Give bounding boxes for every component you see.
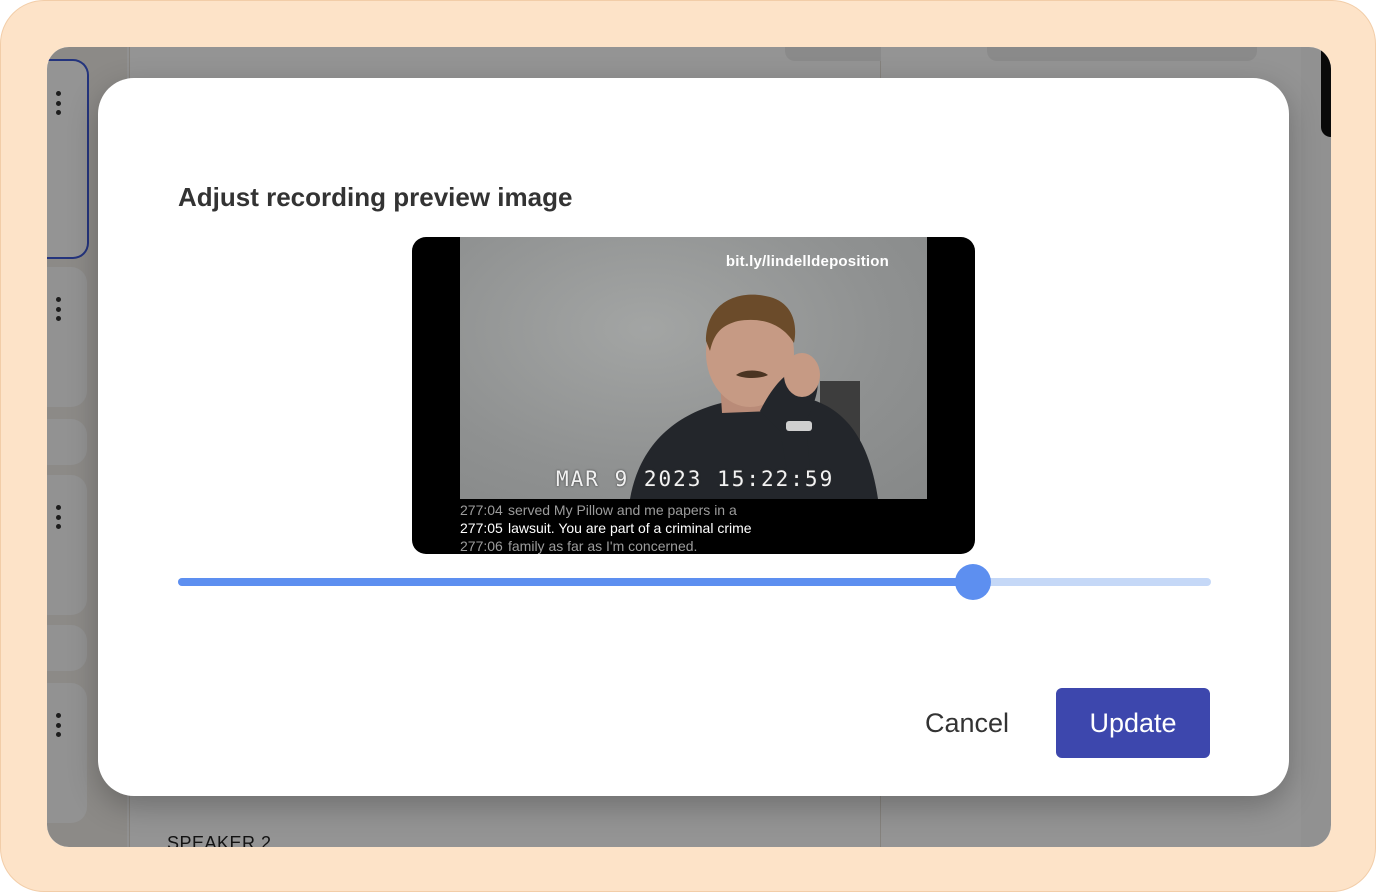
preview-image-dialog: Adjust recording preview image bit.ly/li… [98, 78, 1289, 796]
watermark-text: bit.ly/lindelldeposition [725, 253, 889, 270]
dialog-title: Adjust recording preview image [178, 182, 573, 212]
deposition-transcript: 277:04 served My Pillow and me papers in … [460, 499, 927, 554]
cancel-button[interactable]: Cancel [908, 688, 1026, 758]
person-image [630, 294, 878, 499]
video-frame: bit.ly/lindelldeposition MAR 9 2023 15:2… [460, 237, 927, 499]
recording-preview-frame: bit.ly/lindelldeposition MAR 9 2023 15:2… [412, 237, 975, 554]
transcript-line: 277:06 family as far as I'm concerned. [460, 538, 698, 554]
video-timestamp: MAR 9 2023 15:22:59 [556, 467, 835, 491]
preview-time-slider[interactable] [178, 564, 1211, 600]
transcript-line: 277:04 served My Pillow and me papers in … [460, 502, 737, 518]
slider-thumb[interactable] [955, 564, 992, 600]
app-screen: SPEAKER 2 Adjust recording preview image [47, 47, 1331, 847]
slider-fill [178, 578, 974, 586]
device-frame: SPEAKER 2 Adjust recording preview image [0, 0, 1376, 892]
transcript-line: 277:05 lawsuit. You are part of a crimina… [460, 520, 752, 536]
update-button[interactable]: Update [1056, 688, 1210, 758]
